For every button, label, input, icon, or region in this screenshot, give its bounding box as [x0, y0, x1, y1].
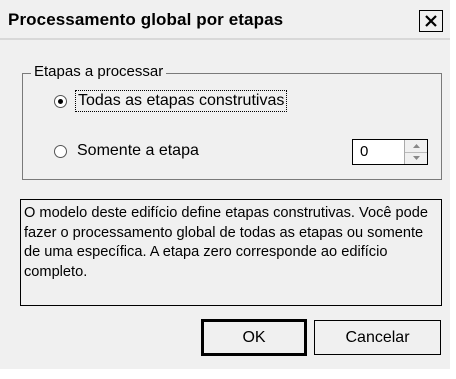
radio-all-stages-label[interactable]: Todas as etapas construtivas [74, 90, 288, 112]
chevron-up-icon [412, 143, 420, 148]
dialog-window: Processamento global por etapas Etapas a… [0, 0, 456, 379]
spin-up-button[interactable] [405, 140, 427, 153]
stage-number-input[interactable]: 0 [353, 140, 404, 164]
chevron-down-icon [412, 156, 420, 161]
cancel-button[interactable]: Cancelar [314, 320, 441, 355]
info-text-box: O modelo deste edifício define etapas co… [20, 199, 442, 306]
title-bar: Processamento global por etapas [0, 0, 450, 40]
radio-single-stage[interactable]: Somente a etapa [54, 142, 199, 160]
radio-single-stage-indicator[interactable] [54, 144, 67, 158]
radio-single-stage-label[interactable]: Somente a etapa [77, 142, 199, 160]
stages-group-legend: Etapas a processar [31, 63, 167, 80]
window-edge-bottom [0, 369, 456, 379]
close-button[interactable] [419, 10, 443, 32]
spin-buttons [404, 140, 427, 164]
ok-button[interactable]: OK [201, 319, 307, 356]
dialog-title: Processamento global por etapas [8, 10, 284, 29]
spin-down-button[interactable] [405, 152, 427, 164]
radio-all-stages[interactable]: Todas as etapas construtivas [54, 90, 288, 112]
window-edge-right [450, 0, 456, 379]
close-icon [425, 15, 437, 27]
radio-all-stages-indicator[interactable] [54, 94, 67, 108]
stage-number-spinbox[interactable]: 0 [352, 139, 428, 165]
